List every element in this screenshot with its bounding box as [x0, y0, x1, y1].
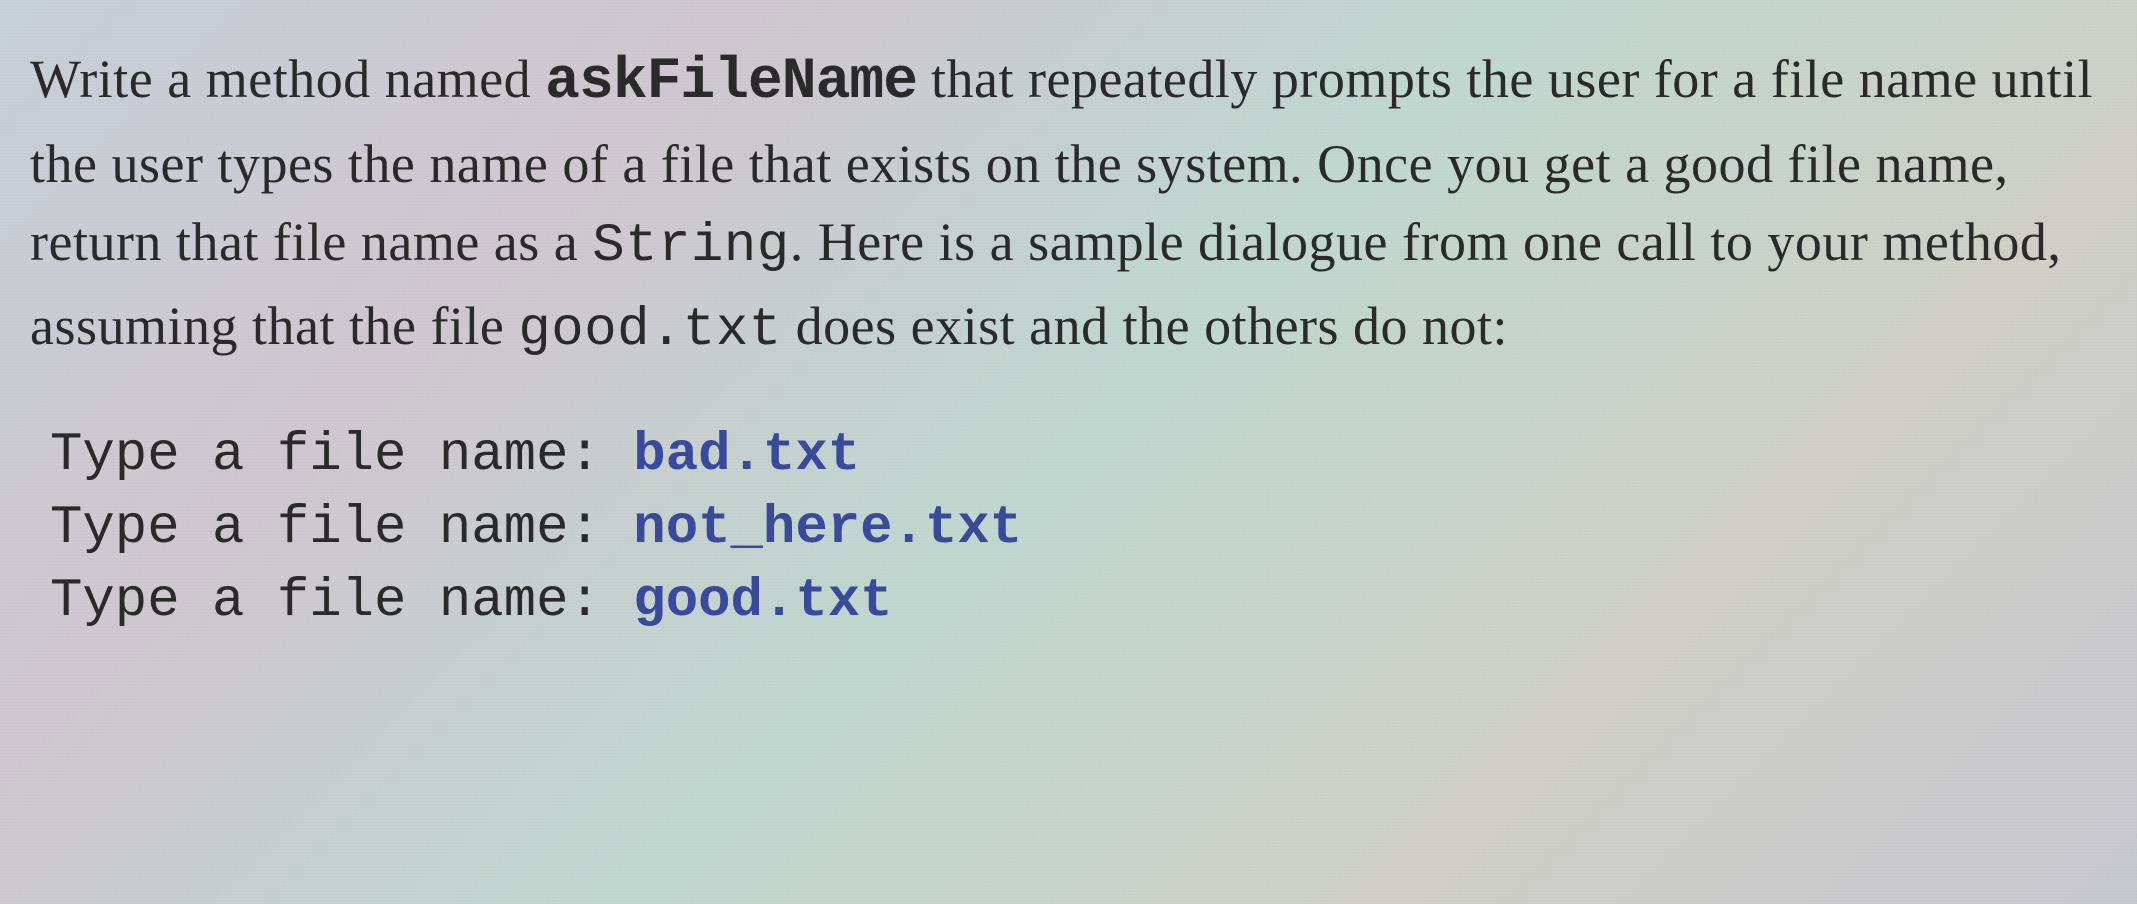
user-input-3: good.txt	[633, 571, 892, 632]
good-file-code: good.txt	[518, 300, 781, 361]
text-segment-4: does exist and the others do not:	[782, 296, 1508, 356]
dialogue-line-3: Type a file name: good.txt	[50, 566, 2107, 639]
sample-dialogue: Type a file name: bad.txt Type a file na…	[30, 420, 2107, 639]
description-paragraph: Write a method named askFileName that re…	[30, 40, 2107, 370]
dialogue-line-2: Type a file name: not_here.txt	[50, 493, 2107, 566]
prompt-text-1: Type a file name:	[50, 425, 633, 486]
prompt-text-3: Type a file name:	[50, 571, 633, 632]
dialogue-line-1: Type a file name: bad.txt	[50, 420, 2107, 493]
user-input-2: not_here.txt	[633, 498, 1022, 559]
prompt-text-2: Type a file name:	[50, 498, 633, 559]
text-segment-1: Write a method named	[30, 49, 545, 109]
method-name-code: askFileName	[545, 50, 917, 115]
user-input-1: bad.txt	[633, 425, 860, 486]
return-type-code: String	[592, 216, 789, 277]
problem-statement: Write a method named askFileName that re…	[30, 40, 2107, 639]
